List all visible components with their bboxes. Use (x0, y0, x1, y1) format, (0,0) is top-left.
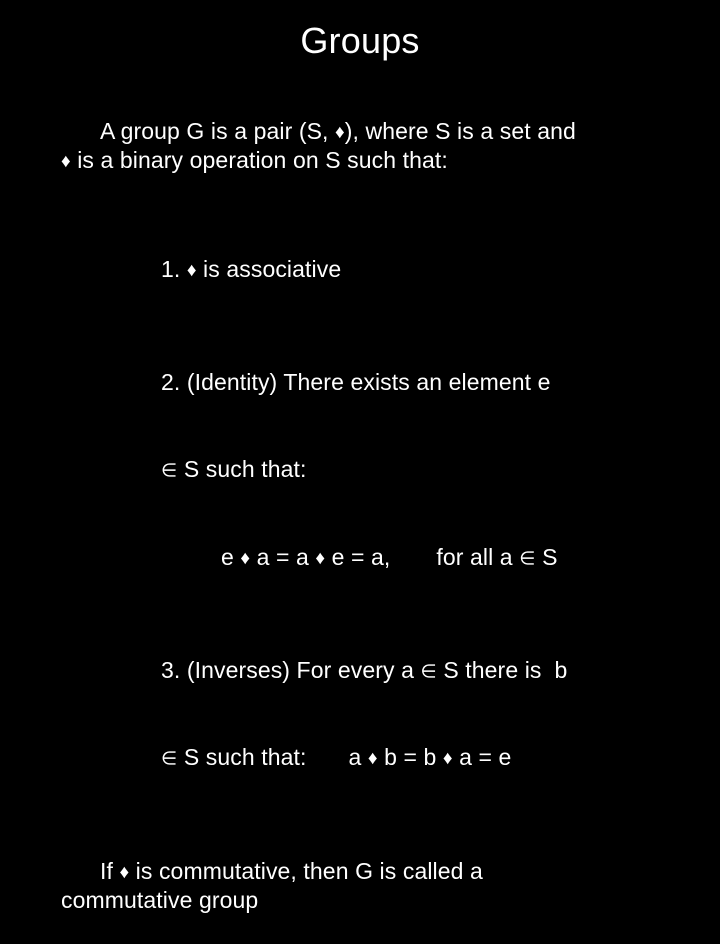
axiom-2-text: (Identity) There exists an element e (186, 369, 551, 396)
axiom-2-equation: e ♦ a = a ♦ e = a, for all a ∈ S (182, 514, 720, 601)
closing-text-part1: If (99, 857, 120, 884)
slide-canvas: Groups A group G is a pair (S, ♦), where… (0, 0, 720, 913)
slide-body: A group G is a pair (S, ♦), where S is a… (0, 88, 720, 944)
definition-text-part3: is a binary operation on S such that: (70, 147, 448, 174)
axiom-2-number: 2. (160, 369, 187, 396)
element-of-icon: ∈ (160, 747, 178, 769)
closing-text-part3: commutative group (61, 886, 259, 913)
diamond-operation-icon: ♦ (335, 121, 345, 142)
identity-eq-qualifier: for all a (436, 543, 520, 570)
axiom-item-2: 2. (Identity) There exists an element e (122, 339, 712, 426)
diamond-operation-icon: ♦ (442, 747, 453, 769)
diamond-operation-icon: ♦ (315, 546, 326, 568)
identity-eq-mid-a: a = a (250, 543, 316, 570)
axiom-3-text-part2: S there is b (436, 657, 568, 684)
axiom-3-text-part1: (Inverses) For every a (186, 657, 421, 684)
closing-paragraph: If ♦ is commutative, then G is called a … (61, 828, 712, 944)
diamond-operation-icon: ♦ (240, 546, 251, 568)
inverse-eq-mid-b: a = e (452, 744, 512, 771)
axiom-3-subtext: S such that: (177, 744, 307, 771)
diamond-operation-icon: ♦ (119, 860, 130, 882)
identity-eq-mid-b: e = a, (325, 543, 391, 570)
axiom-3-number: 3. (160, 657, 187, 684)
diamond-operation-icon: ♦ (61, 150, 71, 172)
diamond-operation-icon: ♦ (186, 259, 197, 281)
page-title: Groups (300, 20, 420, 61)
axiom-3-subline: ∈ S such that: a ♦ b = b ♦ a = e (122, 714, 720, 801)
closing-text-part2: is commutative, then G is called a (129, 857, 483, 884)
axiom-item-3: 3. (Inverses) For every a ∈ S there is b (122, 627, 712, 714)
inverse-eq-left: a (348, 744, 368, 771)
identity-eq-left: e (220, 543, 241, 570)
axiom-2-subline: ∈ S such that: (122, 426, 720, 513)
element-of-icon: ∈ (519, 547, 536, 569)
definition-text-part2: ), where S is a set and (344, 118, 576, 145)
diamond-operation-icon: ♦ (367, 747, 378, 769)
element-of-icon: ∈ (160, 459, 178, 481)
element-of-icon: ∈ (420, 660, 437, 682)
definition-paragraph: A group G is a pair (S, ♦), where S is a… (61, 88, 712, 204)
axiom-item-1: 1. ♦ is associative (122, 226, 712, 313)
identity-eq-qualifier-tail: S (535, 543, 558, 570)
axiom-2-subtext: S such that: (177, 456, 307, 483)
axiom-1-number: 1. (160, 256, 187, 283)
axiom-1-text: is associative (196, 256, 342, 283)
inverse-eq-mid-a: b = b (377, 744, 443, 771)
definition-text-part1: A group G is a pair (S, (99, 118, 336, 145)
